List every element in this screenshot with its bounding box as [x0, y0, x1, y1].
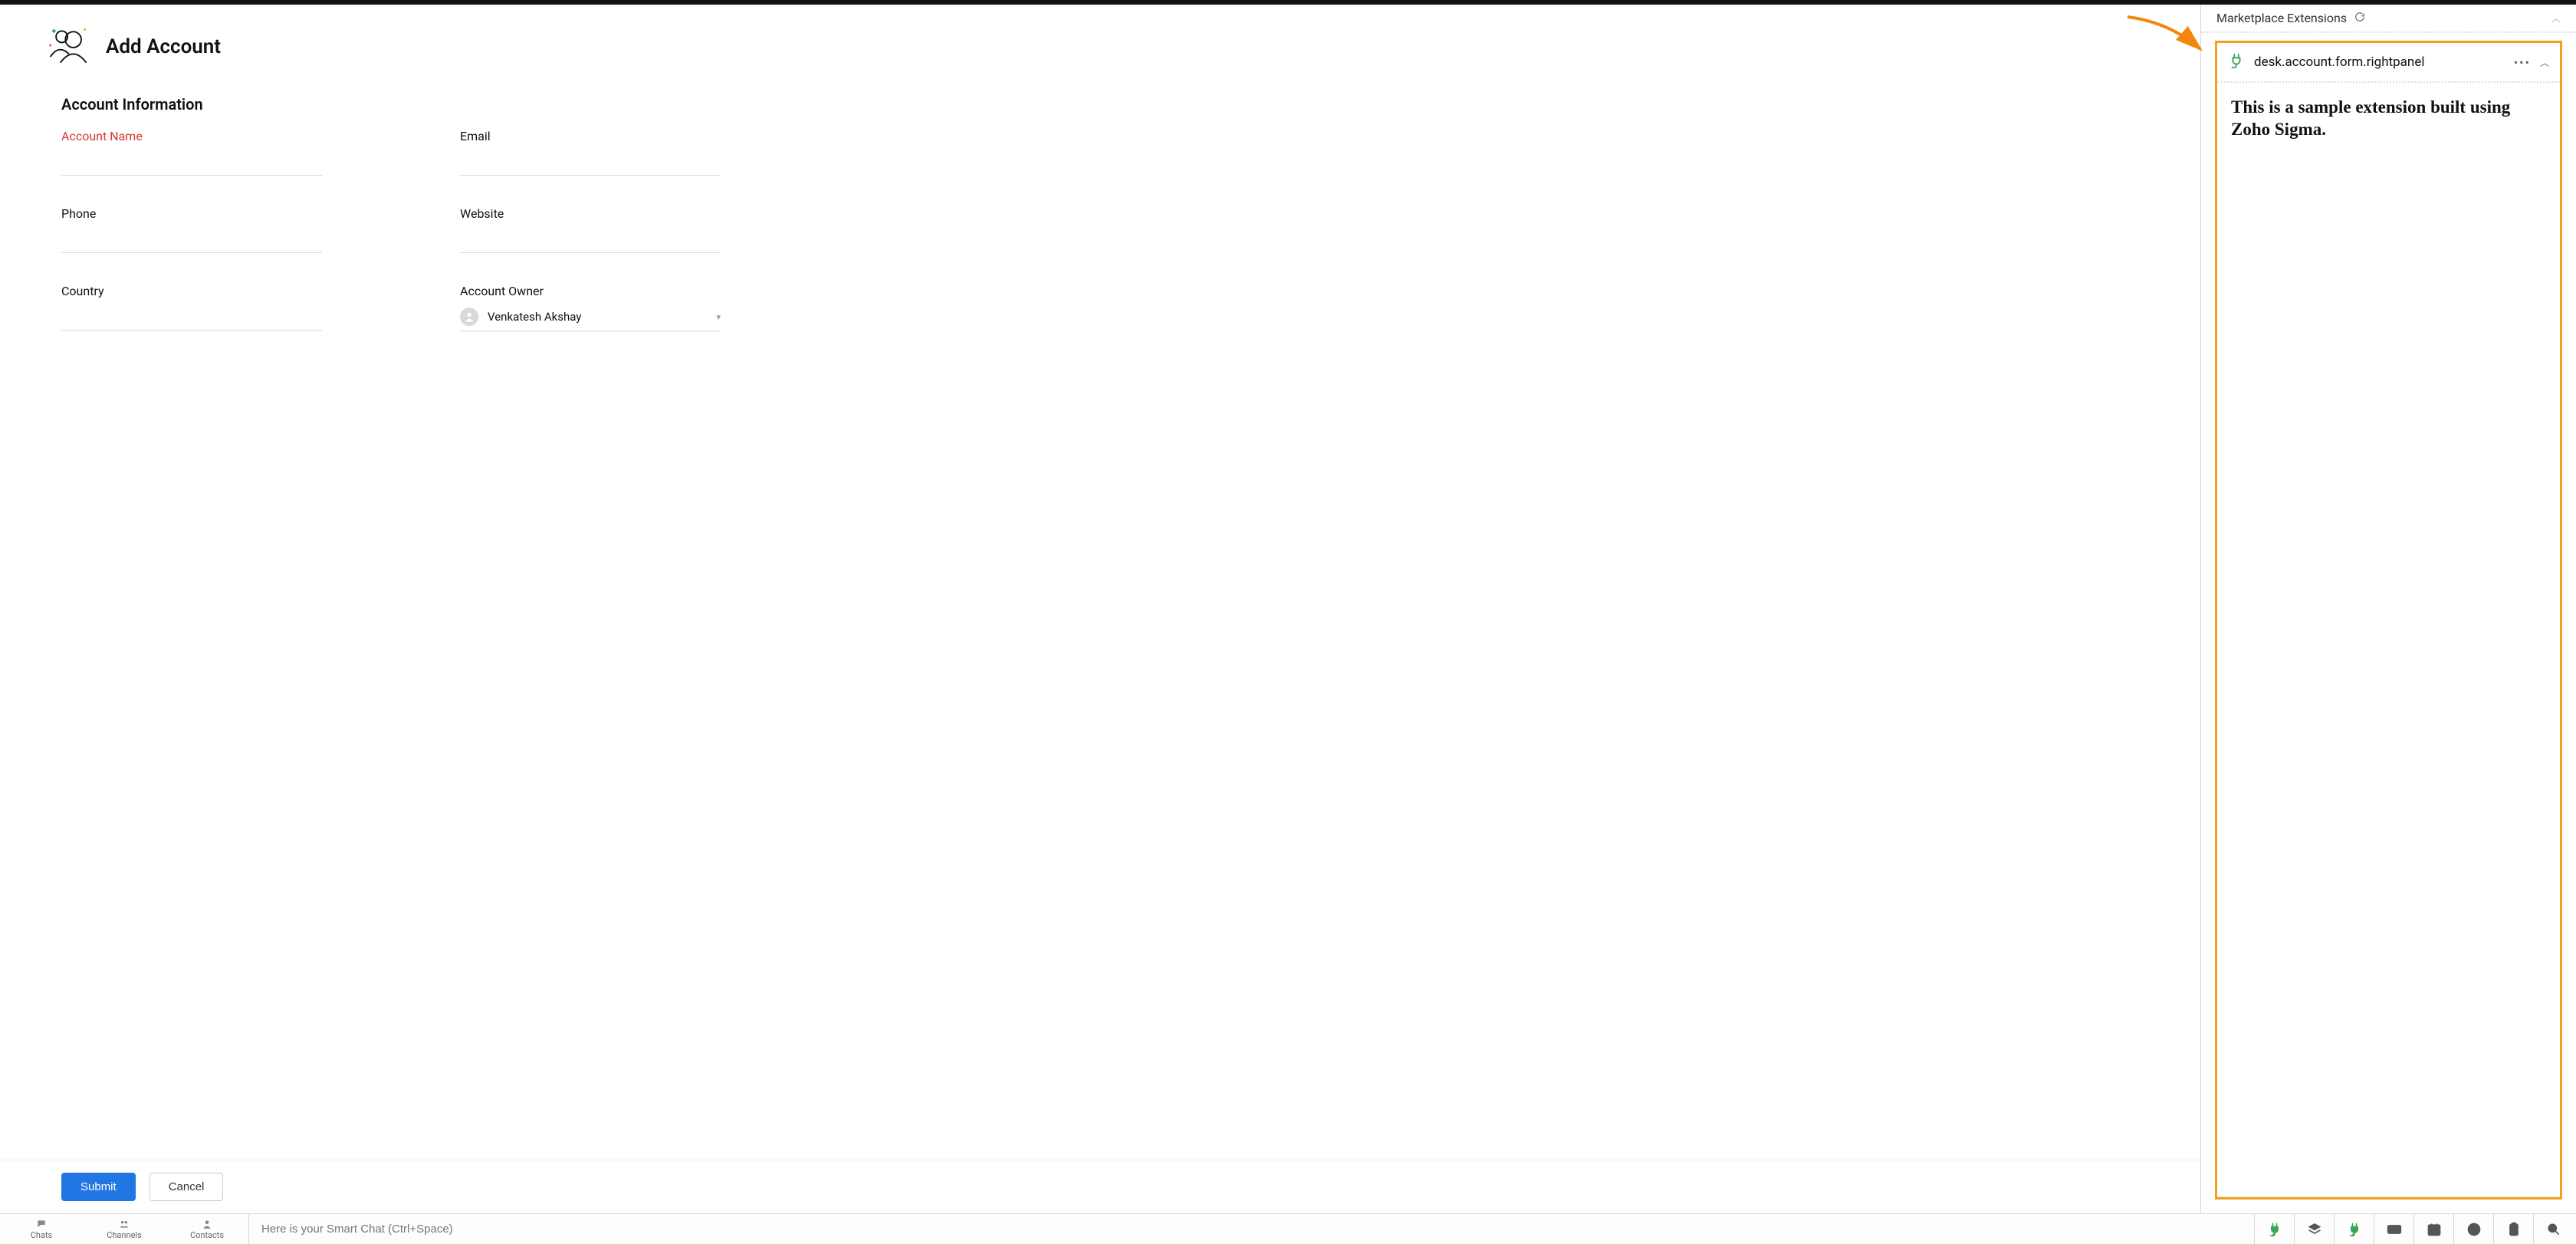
label-account-owner: Account Owner: [460, 284, 721, 298]
avatar-icon: [460, 308, 478, 326]
input-phone[interactable]: [61, 230, 322, 253]
section-title: Account Information: [61, 95, 2154, 114]
tool-plug-1-icon[interactable]: [2254, 1214, 2294, 1244]
extension-card: desk.account.form.rightpanel ••• ︿ This …: [2215, 41, 2562, 1200]
bottom-bar: Chats Channels Contacts: [0, 1213, 2576, 1244]
owner-picker[interactable]: Venkatesh Akshay ▾: [460, 308, 721, 331]
tab-chats[interactable]: Chats: [0, 1214, 83, 1244]
form-scroll: Add Account Account Information Account …: [0, 5, 2200, 1160]
input-email[interactable]: [460, 153, 721, 176]
field-account-owner: Account Owner Venkatesh Akshay ▾: [460, 284, 721, 331]
tab-channels[interactable]: Channels: [83, 1214, 166, 1244]
bottom-tools: [2254, 1214, 2573, 1244]
field-website: Website: [460, 206, 721, 253]
form-grid: Account Name Email Phone Website: [61, 129, 2154, 331]
extension-id: desk.account.form.rightpanel: [2254, 54, 2424, 70]
label-website: Website: [460, 206, 721, 221]
right-panel-collapse-icon[interactable]: ︿: [2551, 12, 2561, 25]
input-account-name[interactable]: [61, 153, 322, 176]
smart-chat-bar[interactable]: [248, 1214, 2254, 1244]
field-email: Email: [460, 129, 721, 176]
field-country: Country: [61, 284, 322, 331]
app-root: Add Account Account Information Account …: [0, 0, 2576, 1244]
field-phone: Phone: [61, 206, 322, 253]
tool-calendar-icon[interactable]: [2413, 1214, 2453, 1244]
tool-clipboard-icon[interactable]: [2493, 1214, 2533, 1244]
tab-contacts-label: Contacts: [190, 1230, 224, 1240]
refresh-icon[interactable]: [2354, 11, 2365, 25]
page-title: Add Account: [106, 35, 221, 58]
right-panel-header: Marketplace Extensions ︿: [2201, 5, 2576, 33]
form-pane: Add Account Account Information Account …: [0, 5, 2200, 1213]
owner-name: Venkatesh Akshay: [488, 310, 707, 324]
right-panel-body: desk.account.form.rightpanel ••• ︿ This …: [2201, 33, 2576, 1213]
input-website[interactable]: [460, 230, 721, 253]
page-header: Add Account: [46, 26, 2154, 67]
submit-button[interactable]: Submit: [61, 1173, 136, 1201]
tool-plug-2-icon[interactable]: [2334, 1214, 2374, 1244]
tool-clock-icon[interactable]: [2453, 1214, 2493, 1244]
label-phone: Phone: [61, 206, 322, 221]
label-country: Country: [61, 284, 322, 298]
smart-chat-input[interactable]: [261, 1223, 2242, 1236]
field-account-name: Account Name: [61, 129, 322, 176]
bottom-tabs: Chats Channels Contacts: [0, 1214, 248, 1244]
main-area: Add Account Account Information Account …: [0, 5, 2576, 1213]
tool-keyboard-icon[interactable]: [2374, 1214, 2413, 1244]
account-icon: [46, 26, 92, 67]
right-panel: Marketplace Extensions ︿: [2200, 5, 2576, 1213]
tool-layers-icon[interactable]: [2294, 1214, 2334, 1244]
extension-plug-icon: [2228, 52, 2245, 72]
tool-search-icon[interactable]: [2533, 1214, 2573, 1244]
right-panel-title: Marketplace Extensions: [2216, 11, 2347, 25]
extension-collapse-icon[interactable]: ︿: [2540, 56, 2549, 69]
cancel-button[interactable]: Cancel: [150, 1173, 224, 1201]
extension-body: This is a sample extension built using Z…: [2217, 83, 2560, 1197]
label-account-name: Account Name: [61, 129, 322, 143]
tab-chats-label: Chats: [31, 1230, 52, 1240]
extension-menu-icon[interactable]: •••: [2514, 55, 2531, 70]
label-email: Email: [460, 129, 721, 143]
actions-bar: Submit Cancel: [0, 1160, 2200, 1213]
extension-header: desk.account.form.rightpanel ••• ︿: [2217, 43, 2560, 83]
chevron-down-icon: ▾: [716, 312, 721, 322]
tab-contacts[interactable]: Contacts: [166, 1214, 248, 1244]
tab-channels-label: Channels: [107, 1230, 142, 1240]
input-country[interactable]: [61, 308, 322, 331]
